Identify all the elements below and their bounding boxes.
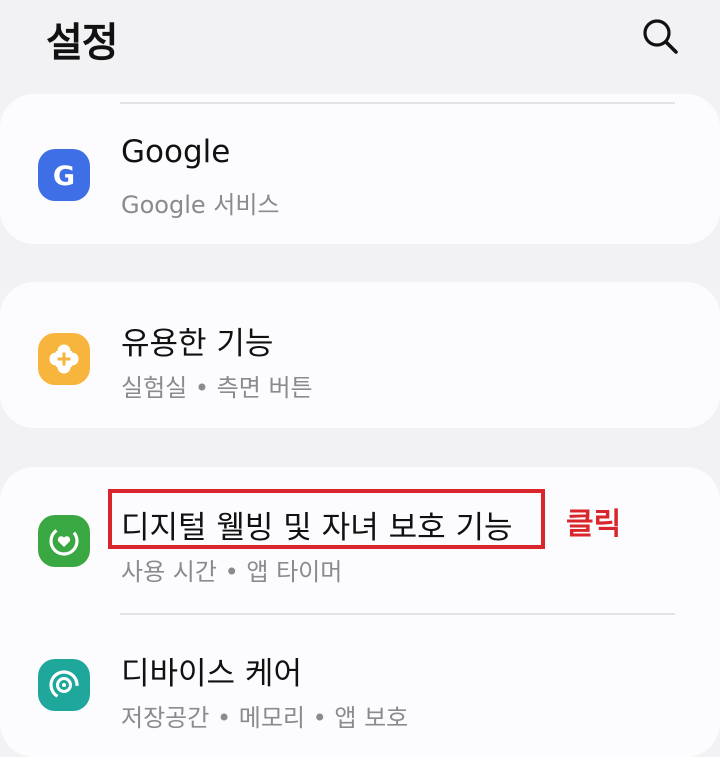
highlight-box <box>108 489 545 549</box>
item-subtitle: 저장공간 • 메모리 • 앱 보호 <box>121 704 409 732</box>
search-button[interactable] <box>636 12 684 60</box>
useful-features-icon <box>38 333 90 385</box>
svg-text:G: G <box>53 161 75 192</box>
divider <box>120 613 675 615</box>
device-care-icon <box>38 659 90 711</box>
page-title: 설정 <box>46 20 119 66</box>
settings-item-google[interactable]: G Google Google 서비스 <box>0 130 720 224</box>
search-icon <box>643 19 678 54</box>
item-title: Google <box>121 134 231 170</box>
item-subtitle: 실험실 • 측면 버튼 <box>121 374 313 402</box>
google-icon: G <box>38 149 90 201</box>
header: 설정 <box>0 0 720 90</box>
item-title: 유용한 기능 <box>121 326 274 362</box>
item-subtitle: 사용 시간 • 앱 타이머 <box>121 558 343 586</box>
settings-item-device-care[interactable]: 디바이스 케어 저장공간 • 메모리 • 앱 보호 <box>0 648 720 741</box>
item-title: 디바이스 케어 <box>121 656 302 692</box>
click-annotation: 클릭 <box>566 507 622 542</box>
divider <box>120 102 675 104</box>
item-subtitle: Google 서비스 <box>121 191 280 219</box>
settings-item-useful-features[interactable]: 유용한 기능 실험실 • 측면 버튼 <box>0 316 720 410</box>
digital-wellbeing-icon <box>38 515 90 567</box>
